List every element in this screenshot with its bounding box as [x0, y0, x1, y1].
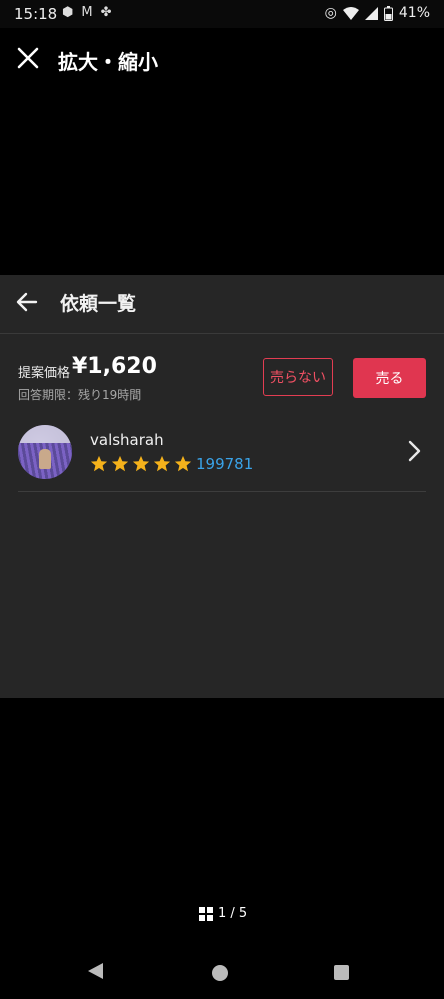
page-indicator: 1 / 5	[218, 906, 248, 921]
grid-icon	[199, 906, 213, 921]
pinwheel-icon: ✤	[100, 5, 112, 20]
star-icon	[111, 455, 129, 472]
panel-header: 依頼一覧	[0, 275, 444, 334]
star-icon	[90, 455, 108, 472]
chevron-right-icon	[408, 440, 421, 462]
back-button[interactable]	[14, 289, 42, 317]
close-button[interactable]	[12, 42, 44, 74]
rating-stars	[90, 455, 192, 473]
image-pager[interactable]: 1 / 5	[199, 906, 247, 921]
answer-deadline: 回答期限：残り19時間	[18, 388, 142, 402]
cube-icon: ⬢	[62, 5, 74, 20]
request-panel: 依頼一覧 提案価格 ¥1,620 回答期限：残り19時間 売らない 売る val…	[0, 275, 444, 698]
nav-home-icon[interactable]	[212, 965, 228, 981]
price-label: 提案価格	[18, 366, 71, 381]
battery-level: 41%	[398, 5, 430, 21]
close-icon	[17, 47, 39, 69]
target-icon: ◎	[324, 5, 337, 21]
review-count[interactable]: 199781	[196, 455, 253, 473]
decline-sell-button[interactable]: 売らない	[263, 358, 333, 396]
panel-title: 依頼一覧	[60, 293, 137, 315]
wifi-icon	[342, 6, 359, 20]
username: valsharah	[90, 431, 164, 449]
nav-back-icon[interactable]	[88, 963, 103, 979]
price-value: ¥1,620	[72, 354, 157, 379]
avatar	[18, 425, 72, 479]
star-icon	[132, 455, 150, 472]
back-arrow-icon	[16, 292, 38, 312]
sell-button[interactable]: 売る	[353, 358, 426, 398]
gmail-icon: M	[81, 5, 93, 20]
star-icon	[174, 455, 192, 472]
signal-icon	[364, 6, 378, 20]
divider	[18, 491, 426, 492]
status-time: 15:18	[14, 5, 58, 23]
notification-icons: ⬢ M ✤	[62, 5, 111, 20]
user-row[interactable]: valsharah 199781	[0, 421, 444, 489]
battery-icon	[383, 5, 393, 21]
star-icon	[153, 455, 171, 472]
status-bar: 15:18 ⬢ M ✤ ◎ 41%	[0, 0, 444, 28]
nav-recents-icon[interactable]	[334, 965, 349, 980]
system-icons: ◎ 41%	[325, 5, 430, 21]
viewer-title: 拡大・縮小	[58, 50, 158, 74]
